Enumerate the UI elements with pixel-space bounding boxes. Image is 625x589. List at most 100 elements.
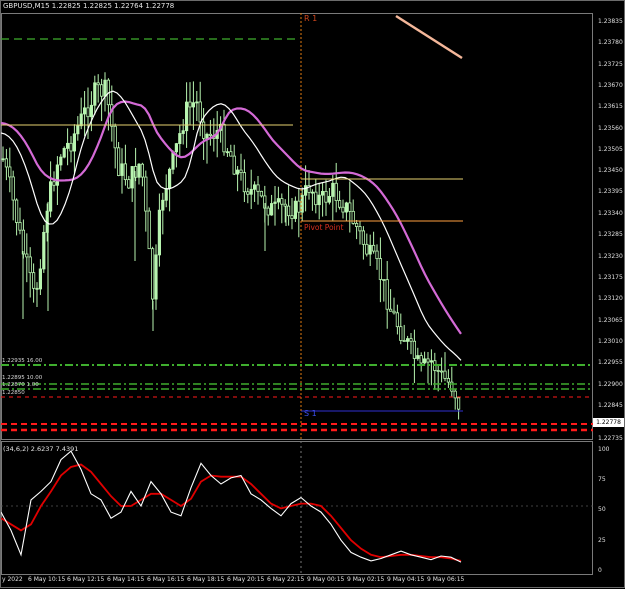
candle: [344, 202, 349, 213]
candle: [150, 248, 155, 300]
chart-window[interactable]: GBPUSD,M15 1.22825 1.22825 1.22764 1.227…: [0, 0, 625, 588]
candle: [120, 163, 124, 176]
price-tick: 1.23395: [598, 188, 623, 195]
candle: [167, 168, 172, 189]
candle: [66, 142, 70, 149]
candle: [4, 158, 8, 168]
candle: [1, 158, 5, 161]
price-chart[interactable]: [1, 1, 625, 589]
candle: [368, 244, 372, 255]
price-tick: 1.23615: [598, 103, 623, 110]
candle: [195, 101, 199, 104]
ma-slow-line: [1, 100, 462, 335]
candle: [69, 142, 73, 152]
price-tick: 1.23285: [598, 231, 623, 238]
candle: [72, 133, 76, 152]
price-tick: 1.22900: [598, 381, 623, 388]
candle: [269, 203, 274, 216]
candle: [412, 340, 417, 359]
candle: [161, 199, 165, 211]
candle: [222, 123, 226, 153]
price-tick: 1.23010: [598, 338, 623, 345]
candle: [293, 200, 298, 219]
candle: [31, 272, 36, 289]
candle: [320, 190, 325, 196]
level-tag: 1.22935 16.00: [2, 358, 43, 364]
price-tick: 1.23065: [598, 317, 623, 324]
candle: [443, 370, 447, 379]
candle: [426, 358, 430, 363]
candle: [327, 196, 332, 203]
candle: [96, 82, 100, 86]
candle: [252, 184, 257, 190]
price-tick: 1.22735: [598, 435, 623, 442]
osc-tick: 75: [598, 476, 606, 483]
osc-signal-line: [1, 463, 462, 562]
candle: [191, 102, 195, 108]
candle: [314, 191, 318, 206]
candle: [297, 200, 301, 213]
price-tick: 1.23340: [598, 210, 623, 217]
candle: [130, 166, 134, 189]
time-tick: 6 May 14:15: [107, 576, 145, 583]
candle: [361, 230, 366, 245]
price-tick: 1.23175: [598, 274, 623, 281]
pivot-point-label: Pivot Point: [304, 223, 344, 232]
candle: [337, 200, 342, 208]
candle: [456, 397, 461, 410]
candle: [446, 378, 451, 383]
time-tick: 6 May 16:15: [147, 576, 185, 583]
level-tag: 1.22870 1.00: [2, 382, 39, 388]
price-tick: 1.22845: [598, 402, 623, 409]
candle: [422, 358, 427, 364]
candle: [208, 133, 212, 136]
s1-label: S 1: [304, 409, 317, 418]
candle: [100, 84, 104, 97]
osc-tick: 25: [598, 537, 606, 544]
price-tick: 1.23835: [598, 18, 623, 25]
candle: [184, 101, 189, 132]
candle: [341, 206, 345, 213]
candle: [76, 125, 80, 135]
chart-title: GBPUSD,M15 1.22825 1.22825 1.22764 1.227…: [3, 2, 175, 10]
candle: [317, 194, 321, 206]
price-tick: 1.23725: [598, 61, 623, 68]
candle: [385, 279, 389, 310]
candle: [392, 310, 396, 314]
candle: [405, 338, 410, 342]
candle: [164, 188, 168, 201]
candle: [86, 107, 90, 118]
candle: [388, 308, 393, 312]
candle: [11, 176, 15, 201]
current-price-box: 1.22778: [593, 418, 624, 427]
price-tick: 1.23230: [598, 253, 623, 260]
time-tick: 9 May 06:15: [427, 576, 465, 583]
price-tick: 1.23670: [598, 82, 623, 89]
candle: [174, 143, 178, 153]
osc-tick: 50: [598, 506, 606, 513]
candle: [154, 254, 158, 300]
candle: [59, 156, 63, 166]
time-tick: 6 May 10:15: [28, 576, 66, 583]
price-tick: 1.22955: [598, 359, 623, 366]
candle: [453, 390, 457, 399]
time-tick: 6 May 18:15: [187, 576, 225, 583]
candle: [123, 163, 127, 181]
candle: [375, 250, 379, 260]
candle: [358, 226, 362, 232]
candle: [371, 244, 376, 252]
time-tick: 9 May 04:15: [387, 576, 425, 583]
candle: [83, 107, 87, 115]
candle: [18, 222, 22, 231]
candle: [14, 199, 19, 223]
candle: [8, 166, 12, 178]
candle: [147, 210, 151, 250]
candle: [324, 190, 328, 203]
candle: [93, 82, 97, 106]
candle: [351, 210, 355, 224]
candle: [399, 326, 403, 341]
candle: [283, 203, 287, 207]
candle: [436, 370, 440, 372]
candle: [259, 190, 264, 197]
candle: [103, 79, 107, 97]
